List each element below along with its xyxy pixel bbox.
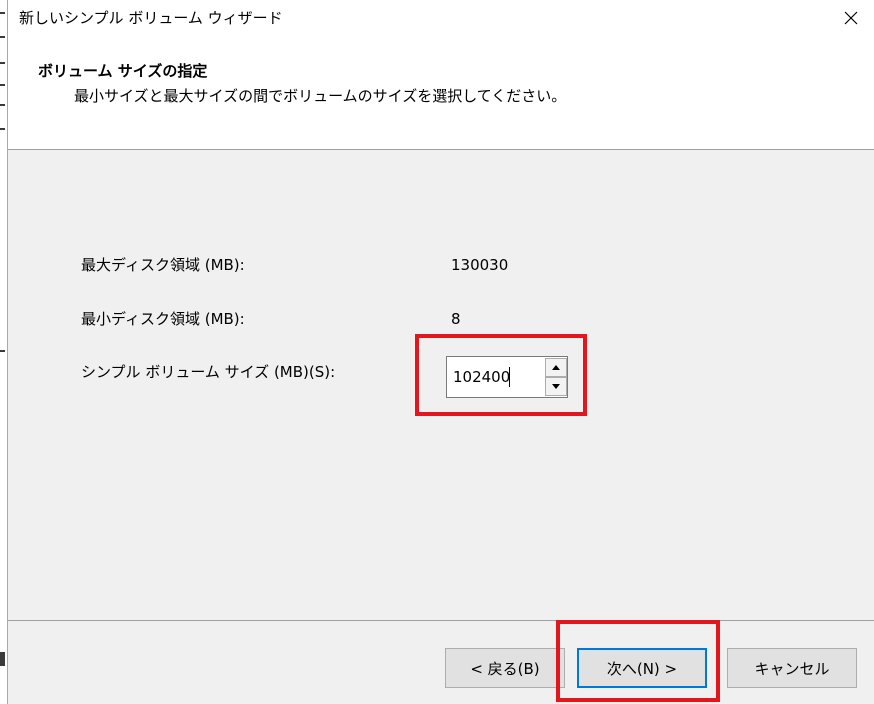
- page-subtitle: 最小サイズと最大サイズの間でボリュームのサイズを選択してください。: [74, 87, 567, 105]
- window-title: 新しいシンプル ボリューム ウィザード: [19, 9, 283, 27]
- min-disk-value: 8: [451, 310, 461, 328]
- background-line: [0, 104, 5, 106]
- title-bar: 新しいシンプル ボリューム ウィザード: [8, 0, 874, 36]
- volume-size-label: シンプル ボリューム サイズ (MB)(S):: [81, 363, 336, 381]
- background-line: [0, 652, 5, 666]
- background-window-edge: [0, 0, 8, 704]
- back-button[interactable]: < 戻る(B): [445, 648, 565, 688]
- cancel-button[interactable]: キャンセル: [727, 648, 857, 688]
- max-disk-label: 最大ディスク領域 (MB):: [81, 256, 245, 274]
- background-line: [0, 128, 5, 130]
- background-line: [0, 84, 5, 86]
- close-icon: [844, 11, 858, 25]
- highlight-box-next-button: [556, 620, 720, 702]
- page-title: ボリューム サイズの指定: [38, 62, 208, 80]
- button-bar: < 戻る(B) 次へ(N) > キャンセル: [8, 620, 874, 704]
- min-disk-label: 最小ディスク領域 (MB):: [81, 310, 245, 328]
- background-line: [0, 12, 5, 14]
- close-button[interactable]: [828, 0, 874, 36]
- max-disk-value: 130030: [451, 256, 509, 274]
- background-line: [0, 36, 5, 38]
- wizard-header: ボリューム サイズの指定 最小サイズと最大サイズの間でボリュームのサイズを選択し…: [8, 36, 874, 150]
- background-line: [0, 350, 5, 352]
- background-line: [0, 62, 5, 64]
- highlight-box-volume-size: [415, 334, 587, 416]
